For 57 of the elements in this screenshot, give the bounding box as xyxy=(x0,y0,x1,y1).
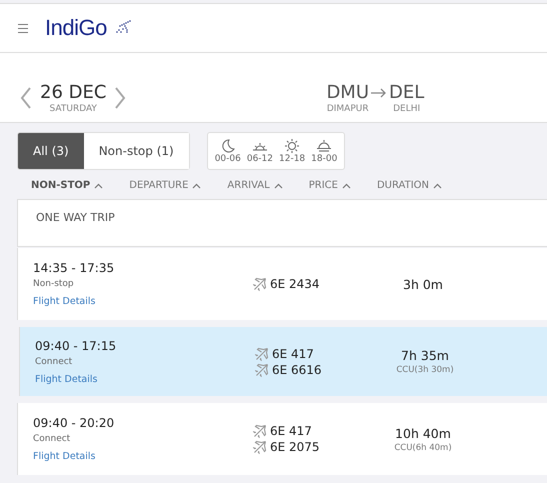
logo[interactable]: IndiGo xyxy=(45,15,107,41)
time-slot-button[interactable]: 06-12 xyxy=(244,133,276,169)
caret-icon xyxy=(274,182,283,188)
plane-icon xyxy=(253,440,267,454)
sunset-icon xyxy=(316,138,332,152)
sort-header[interactable]: PRICE xyxy=(308,180,351,191)
destination-city: DELHI xyxy=(393,104,420,114)
time-slot-button[interactable]: 12-18 xyxy=(276,133,308,169)
arrow-icon xyxy=(371,88,388,98)
plane-icon xyxy=(253,424,267,438)
plane-icon xyxy=(255,362,269,376)
caret-icon xyxy=(342,182,351,188)
flight-row[interactable]: 14:35 - 17:35 Non-stop Flight Details 6E 2434 3h 0m xyxy=(17,248,547,320)
flight-times: 09:40 - 17:15 xyxy=(35,338,118,352)
stop-type: Connect xyxy=(35,356,74,366)
flight-details-link[interactable]: Flight Details xyxy=(35,374,98,384)
caret-icon xyxy=(94,182,104,188)
next-day-icon[interactable] xyxy=(114,87,126,109)
sort-header[interactable]: DURATION xyxy=(376,180,442,191)
layover-info: CCU(3h 30m) xyxy=(396,365,454,375)
flight-times: 09:40 - 20:20 xyxy=(33,416,116,430)
sort-header[interactable]: ARRIVAL xyxy=(227,180,283,191)
sun-icon xyxy=(285,138,300,152)
sort-header[interactable]: NON-STOP xyxy=(31,180,104,191)
flight-number: 6E 6616 xyxy=(272,362,322,376)
previous-day-icon[interactable] xyxy=(20,87,32,109)
plane-icon xyxy=(253,277,267,291)
flight-duration: 3h 0m xyxy=(403,276,443,292)
weekday-label: SATURDAY xyxy=(50,104,97,114)
stop-type: Non-stop xyxy=(33,279,75,289)
flight-number: 6E 2075 xyxy=(270,440,320,454)
flight-number: 6E 417 xyxy=(270,424,312,438)
trip-heading: ONE WAY TRIP xyxy=(35,210,116,224)
origin-city: DIMAPUR xyxy=(326,104,369,114)
flight-number: 6E 2434 xyxy=(270,277,320,291)
plane-icon xyxy=(255,346,269,360)
flight-number: 6E 417 xyxy=(272,346,314,360)
moon-icon xyxy=(220,138,235,152)
flight-times: 14:35 - 17:35 xyxy=(33,261,116,275)
time-slot-button[interactable]: 18-00 xyxy=(308,133,340,169)
destination-code: DEL xyxy=(389,82,424,103)
caret-icon xyxy=(433,182,442,188)
flight-row[interactable]: 09:40 - 20:20 Connect Flight Details 6E 417 6E 2075 10h 40m CCU(6h 40m) xyxy=(17,403,547,475)
menu-icon[interactable] xyxy=(18,24,28,32)
time-slot-button[interactable]: 00-06 xyxy=(212,133,244,169)
flight-row[interactable]: 09:40 - 17:15 Connect Flight Details 6E 417 6E 6616 7h 35m CCU(3h 30m) xyxy=(19,327,547,396)
layover-info: CCU(6h 40m) xyxy=(394,442,452,452)
flight-details-link[interactable]: Flight Details xyxy=(33,296,96,307)
flight-duration: 10h 40m xyxy=(395,426,451,440)
flight-details-link[interactable]: Flight Details xyxy=(33,451,96,462)
flight-duration: 7h 35m xyxy=(401,348,449,363)
date-label: 26 DEC xyxy=(40,82,106,103)
sort-header[interactable]: DEPARTURE xyxy=(129,180,202,191)
stop-filter-tab[interactable]: All (3) xyxy=(18,133,84,169)
origin-code: DMU xyxy=(326,82,370,103)
caret-icon xyxy=(192,182,202,188)
stop-type: Connect xyxy=(33,434,72,444)
